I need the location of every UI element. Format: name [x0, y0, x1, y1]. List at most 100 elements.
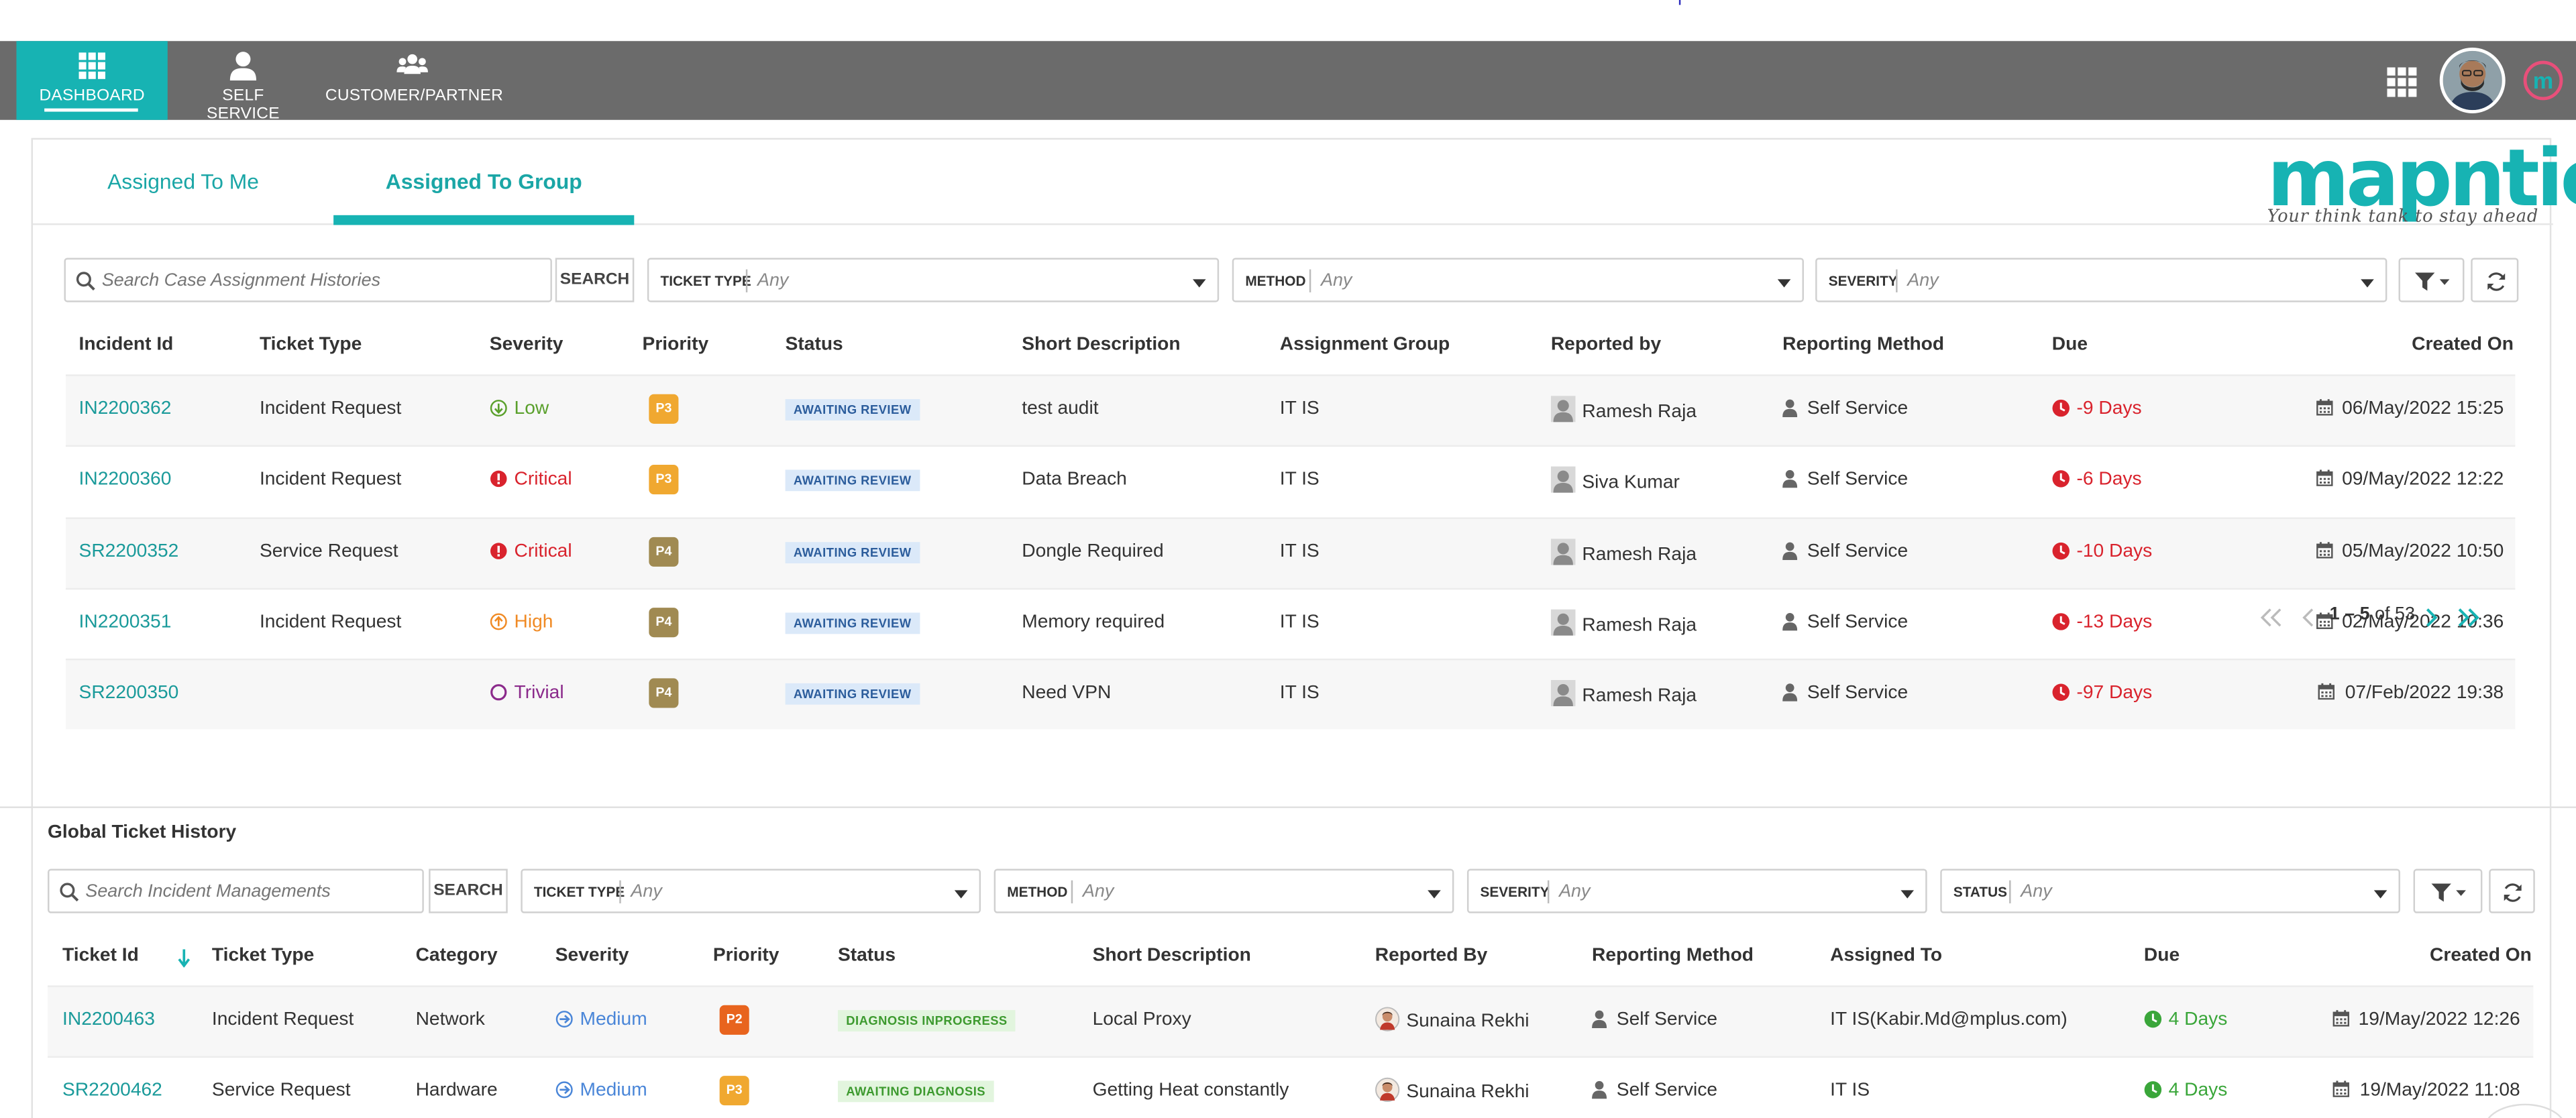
col-incident-id[interactable]: Incident Id: [79, 335, 174, 355]
incident-id-link[interactable]: SR2200352: [79, 541, 179, 561]
incident-id-cell[interactable]: SR2200350: [79, 683, 179, 703]
ticket-id-cell[interactable]: IN2200463: [62, 1010, 155, 1029]
reported-by-text: Siva Kumar: [1582, 473, 1680, 494]
incident-id-cell[interactable]: IN2200362: [79, 399, 172, 418]
col-ticket-type[interactable]: Ticket Type: [260, 335, 362, 355]
incident-id-cell[interactable]: IN2200351: [79, 612, 172, 632]
global-ticket-type-select[interactable]: TICKET TYPE Any: [521, 869, 981, 913]
group-severity-select[interactable]: SEVERITY Any: [1815, 258, 2387, 302]
last-page-icon[interactable]: [2458, 608, 2479, 627]
ticket-type-cell: Incident Request: [260, 399, 401, 418]
gcol-created-on[interactable]: Created On: [2430, 946, 2532, 966]
global-status-select[interactable]: STATUS Any: [1940, 869, 2400, 913]
nav-self-service[interactable]: SELF SERVICE: [184, 41, 302, 123]
incident-id-cell[interactable]: SR2200352: [79, 541, 179, 561]
table-row[interactable]: IN2200360 Incident Request Critical Data Br…: [65, 445, 2516, 516]
prev-page-icon[interactable]: [2302, 608, 2315, 627]
global-search-button[interactable]: SEARCH: [429, 869, 508, 913]
col-assignment-group[interactable]: Assignment Group: [1280, 335, 1450, 355]
incident-id-link[interactable]: SR2200350: [79, 683, 179, 703]
table-row[interactable]: IN2200362 Incident Request Low test audit IT…: [65, 374, 2516, 445]
priority-badge: P3: [649, 465, 679, 495]
group-method-select[interactable]: METHOD Any: [1232, 258, 1804, 302]
col-priority[interactable]: Priority: [643, 335, 709, 355]
ticket-id-link[interactable]: SR2200462: [62, 1081, 162, 1101]
sort-down-icon[interactable]: [177, 949, 191, 968]
self-service-user-icon: [1592, 1081, 1607, 1100]
reported-by-cell: Sunaina Rekhi: [1375, 1078, 1529, 1103]
users-group-icon: [396, 54, 427, 74]
gcol-short-description[interactable]: Short Description: [1093, 946, 1251, 966]
ticket-id-link[interactable]: IN2200463: [62, 1010, 155, 1029]
next-page-icon[interactable]: [2425, 608, 2438, 627]
tab-assigned-to-me[interactable]: Assigned To Me: [33, 139, 333, 225]
group-ticket-type-select[interactable]: TICKET TYPE Any: [647, 258, 1220, 302]
table-row[interactable]: SR2200350 Trivial Need VPN IT IS Self Servic…: [65, 659, 2516, 730]
gcol-status[interactable]: Status: [838, 946, 896, 966]
priority-badge: P4: [649, 678, 679, 708]
global-method-select[interactable]: METHOD Any: [994, 869, 1454, 913]
table-row[interactable]: IN2200351 Incident Request High Memory requ…: [65, 588, 2516, 658]
ticket-type-cell: Incident Request: [212, 1010, 354, 1029]
ticket-type-text: Service Request: [259, 541, 398, 561]
group-search-input[interactable]: [101, 264, 537, 298]
created-on-text: 19/May/2022 12:26: [2358, 1010, 2520, 1030]
category-cell: Network: [416, 1010, 485, 1029]
global-search-box[interactable]: [48, 869, 424, 913]
status-badge: DIAGNOSIS INPROGRESS: [837, 1010, 1016, 1031]
priority-badge: P4: [649, 607, 679, 637]
table-row[interactable]: IN2200463 Incident Request Network Medium Lo…: [48, 985, 2534, 1056]
app-m-icon[interactable]: m: [2523, 60, 2563, 101]
severity-cell: Medium: [555, 1010, 647, 1030]
incident-id-link[interactable]: IN2200362: [79, 399, 172, 418]
gcol-severity[interactable]: Severity: [555, 946, 629, 966]
global-refresh-button[interactable]: [2489, 869, 2535, 913]
reported-by-text: Sunaina Rekhi: [1406, 1082, 1529, 1103]
group-refresh-button[interactable]: [2471, 258, 2519, 302]
due-text: -6 Days: [2076, 470, 2142, 490]
user-avatar[interactable]: [2439, 48, 2506, 113]
assignment-group-text: IT IS: [1279, 612, 1320, 632]
table-row[interactable]: SR2200462 Service Request Hardware Medium Ge…: [48, 1056, 2534, 1118]
tab-assigned-to-group[interactable]: Assigned To Group: [333, 139, 635, 225]
global-filter-button[interactable]: [2413, 869, 2483, 913]
col-created-on[interactable]: Created On: [2412, 335, 2514, 355]
apps-grid-icon[interactable]: [2387, 67, 2417, 97]
gcol-reported-by[interactable]: Reported By: [1375, 946, 1487, 966]
incident-id-cell[interactable]: IN2200360: [79, 470, 172, 490]
col-severity[interactable]: Severity: [490, 335, 564, 355]
incident-id-link[interactable]: IN2200360: [79, 470, 172, 490]
first-page-icon[interactable]: [2260, 608, 2282, 627]
gcol-priority[interactable]: Priority: [713, 946, 780, 966]
col-reporting-method[interactable]: Reporting Method: [1782, 335, 1944, 355]
ticket-type-value: Any: [631, 882, 662, 902]
nav-dashboard[interactable]: DASHBOARD: [16, 41, 168, 120]
col-status[interactable]: Status: [786, 335, 843, 355]
chevron-down-icon: [1777, 279, 1791, 288]
gcol-assigned-to[interactable]: Assigned To: [1830, 946, 1942, 966]
gcol-ticket-id[interactable]: Ticket Id: [62, 946, 139, 966]
col-reported-by[interactable]: Reported by: [1551, 335, 1661, 355]
incident-id-link[interactable]: IN2200351: [79, 612, 172, 632]
severity-cell: High: [490, 612, 553, 632]
gcol-due[interactable]: Due: [2144, 946, 2180, 966]
gcol-ticket-type[interactable]: Ticket Type: [212, 946, 314, 966]
global-severity-select[interactable]: SEVERITY Any: [1466, 869, 1927, 913]
ticket-id-cell[interactable]: SR2200462: [62, 1081, 162, 1101]
priority-badge: P3: [649, 394, 679, 424]
col-due[interactable]: Due: [2052, 335, 2088, 355]
nav-customer-partner[interactable]: CUSTOMER/PARTNER: [325, 41, 503, 120]
created-on-text: 19/May/2022 11:08: [2359, 1081, 2520, 1101]
global-search-input[interactable]: [85, 875, 415, 909]
col-short-description[interactable]: Short Description: [1022, 335, 1180, 355]
gcol-category[interactable]: Category: [416, 946, 498, 966]
group-filter-button[interactable]: [2398, 258, 2465, 302]
group-search-button[interactable]: SEARCH: [555, 258, 635, 302]
reporter-avatar-icon: [1550, 467, 1576, 494]
group-search-box[interactable]: [64, 258, 552, 302]
gcol-reporting-method[interactable]: Reporting Method: [1592, 946, 1754, 966]
table-row[interactable]: SR2200352 Service Request Critical Dongle R…: [65, 516, 2516, 588]
reporter-avatar-icon: [1375, 1078, 1400, 1103]
reported-by-cell: Siva Kumar: [1550, 467, 1680, 494]
reporting-method-text: Self Service: [1807, 399, 1909, 419]
